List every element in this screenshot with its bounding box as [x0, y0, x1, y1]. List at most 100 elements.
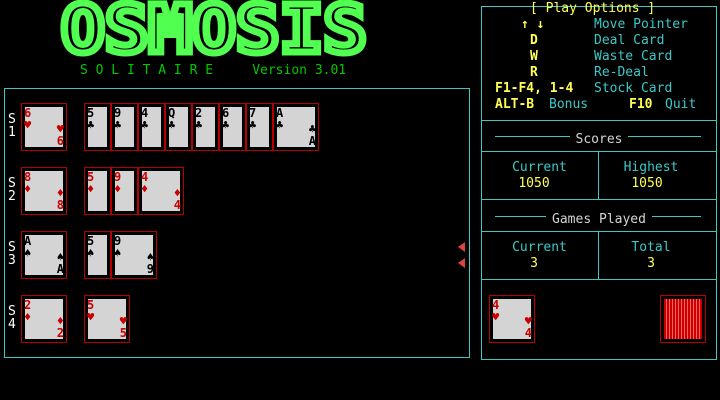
card-corner-top: 6 ♥	[24, 107, 31, 131]
games-title: Games Played	[546, 212, 652, 227]
games-current: 3	[530, 256, 538, 271]
card-corner-top: Q ♣	[168, 107, 175, 131]
option-key[interactable]: D	[530, 33, 538, 48]
quit-label[interactable]: Quit	[665, 97, 696, 112]
games-total: 3	[647, 256, 655, 271]
card-suit: ♠	[87, 246, 95, 260]
option-key[interactable]: F1-F4, 1-4	[495, 81, 573, 96]
card-rank: 6	[56, 134, 64, 148]
divider	[598, 231, 599, 279]
card-corner-bottom: ♥ 4	[525, 315, 532, 339]
card-rank: 4	[524, 326, 532, 340]
tableau-card[interactable]: Q ♣	[165, 103, 192, 151]
card-rank: 9	[146, 262, 154, 276]
card-corner-bottom: ♦ 4	[174, 187, 181, 211]
card-corner-top: 2 ♦	[24, 299, 31, 323]
card-corner-top: A ♣	[276, 107, 283, 131]
scores-title: Scores	[569, 132, 629, 147]
card-corner-top: 2 ♣	[195, 107, 202, 131]
tableau-card[interactable]: 6 ♣	[219, 103, 246, 151]
card-corner-bottom: ♦ 2	[57, 315, 64, 339]
card-corner-top: A ♠	[24, 235, 31, 259]
stock-pile[interactable]	[660, 295, 706, 343]
card-corner-top: 5 ♦	[87, 171, 94, 195]
card-rank: 8	[56, 198, 64, 212]
tableau-card[interactable]: 9 ♣	[111, 103, 138, 151]
pointer-arrow-icon	[458, 242, 465, 252]
card-corner-top: 6 ♣	[222, 107, 229, 131]
tableau-card[interactable]: 5 ♥ ♥ 5	[84, 295, 130, 343]
card-corner-top: 4 ♥	[492, 299, 499, 323]
card-suit: ♥	[492, 310, 500, 324]
card-suit: ♣	[114, 118, 122, 132]
play-options-header: [ Play Options ]	[530, 1, 656, 16]
stack-label: S3	[8, 241, 20, 267]
stack-label: S4	[8, 305, 20, 331]
subtitle: S O L I T A I R E	[80, 63, 214, 78]
card-suit: ♦	[87, 182, 95, 196]
tableau-card[interactable]: 7 ♣	[246, 103, 273, 151]
card-suit: ♣	[87, 118, 95, 132]
card-corner-bottom: ♦ 8	[57, 187, 64, 211]
stack-label: S1	[8, 113, 20, 139]
tableau-card[interactable]: 2 ♣	[192, 103, 219, 151]
quit-key[interactable]: F10	[629, 97, 652, 112]
card-back-pattern	[664, 299, 702, 339]
card-suit: ♦	[24, 182, 32, 196]
card-suit: ♣	[168, 118, 176, 132]
card-corner-bottom: ♥ 6	[57, 123, 64, 147]
tableau-card[interactable]: 4 ♦ ♦ 4	[138, 167, 184, 215]
card-rank: 4	[173, 198, 181, 212]
stack-label: S2	[8, 177, 20, 203]
option-key[interactable]: ↑ ↓	[521, 17, 544, 32]
option-key[interactable]: W	[530, 49, 538, 64]
tableau-card[interactable]: 9 ♠ ♠ 9	[111, 231, 157, 279]
stack-label-num: 3	[8, 253, 16, 268]
tableau-card[interactable]: A ♣ ♣ A	[273, 103, 319, 151]
card-corner-top: 9 ♦	[114, 171, 121, 195]
games-current-label: Current	[512, 240, 567, 255]
card-corner-bottom: ♠ A	[57, 251, 64, 275]
osmosis-logo: OSMOSIS	[58, 0, 370, 58]
bonus-label[interactable]: Bonus	[549, 97, 588, 112]
card-corner-top: 5 ♣	[87, 107, 94, 131]
option-label[interactable]: Waste Card	[594, 49, 672, 64]
card-suit: ♥	[87, 310, 95, 324]
card-corner-bottom: ♥ 5	[120, 315, 127, 339]
card-suit: ♣	[141, 118, 149, 132]
card-corner-top: 4 ♣	[141, 107, 148, 131]
card-suit: ♣	[276, 118, 284, 132]
option-label[interactable]: Stock Card	[594, 81, 672, 96]
waste-card[interactable]: 4 ♥ ♥ 4	[489, 295, 535, 343]
card-suit: ♣	[249, 118, 257, 132]
card-rank: A	[56, 262, 64, 276]
tableau-card[interactable]: 5 ♣	[84, 103, 111, 151]
option-label[interactable]: Move Pointer	[594, 17, 688, 32]
foundation-card[interactable]: 6 ♥ ♥ 6	[21, 103, 67, 151]
option-label[interactable]: Deal Card	[594, 33, 664, 48]
stack-label-num: 4	[8, 317, 16, 332]
card-suit: ♣	[195, 118, 203, 132]
current-score: 1050	[518, 176, 550, 191]
divider	[481, 120, 717, 121]
foundation-card[interactable]: 2 ♦ ♦ 2	[21, 295, 67, 343]
stack-label-num: 2	[8, 189, 16, 204]
divider	[598, 151, 599, 199]
tableau-card[interactable]: 4 ♣	[138, 103, 165, 151]
foundation-card[interactable]: A ♠ ♠ A	[21, 231, 67, 279]
card-corner-top: 5 ♠	[87, 235, 94, 259]
card-corner-top: 7 ♣	[249, 107, 256, 131]
option-key[interactable]: R	[530, 65, 538, 80]
bonus-key[interactable]: ALT-B	[495, 97, 534, 112]
tableau-card[interactable]: 5 ♦	[84, 167, 111, 215]
tableau-card[interactable]: 9 ♦	[111, 167, 138, 215]
divider	[481, 279, 717, 280]
card-corner-bottom: ♠ 9	[147, 251, 154, 275]
foundation-card[interactable]: 8 ♦ ♦ 8	[21, 167, 67, 215]
pointer-arrow-icon	[458, 258, 465, 268]
card-suit: ♦	[114, 182, 122, 196]
tableau-card[interactable]: 5 ♠	[84, 231, 111, 279]
games-title-wrap: Games Played	[481, 208, 717, 227]
option-label[interactable]: Re-Deal	[594, 65, 649, 80]
card-rank: 5	[119, 326, 127, 340]
